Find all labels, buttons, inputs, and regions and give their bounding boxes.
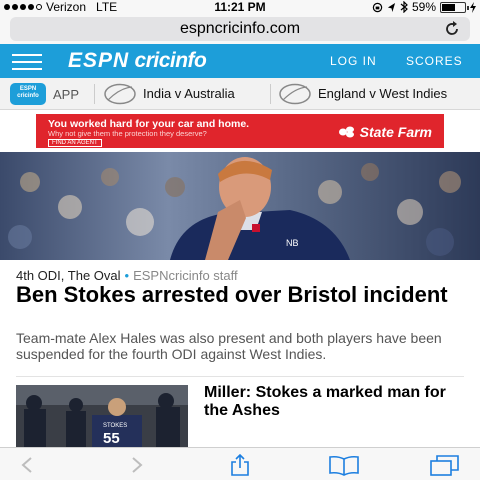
nav-divider xyxy=(270,84,271,104)
secondary-article-thumbnail[interactable]: STOKES 55 xyxy=(16,385,188,447)
back-arrow-icon[interactable] xyxy=(16,454,40,476)
article-author: ESPNcricinfo staff xyxy=(133,268,238,283)
article-divider xyxy=(16,376,464,377)
secondary-article-headline[interactable]: Miller: Stokes a marked man for the Ashe… xyxy=(204,384,464,420)
address-bar: espncricinfo.com xyxy=(0,14,480,44)
site-logo[interactable]: ESPN cricinfo xyxy=(68,49,207,73)
app-link[interactable]: APP xyxy=(53,87,79,102)
hero-photo: NB xyxy=(0,152,480,260)
charging-icon xyxy=(470,1,476,13)
match-link-england-west-indies[interactable]: England v West Indies xyxy=(318,86,447,101)
tabs-icon[interactable] xyxy=(430,454,460,476)
match-nav-strip: ESPN cricinfo APP India v Australia Engl… xyxy=(0,78,480,110)
bluetooth-icon xyxy=(400,1,408,13)
status-bar: Verizon LTE 11:21 PM 59% xyxy=(0,0,480,14)
login-link[interactable]: LOG IN xyxy=(330,54,377,68)
ad-container: You worked hard for your car and home. W… xyxy=(0,110,480,152)
bookmarks-icon[interactable] xyxy=(328,454,360,476)
battery-percent: 59% xyxy=(411,0,436,14)
ad-brand-name: State Farm xyxy=(359,124,432,140)
match-link-india-australia[interactable]: India v Australia xyxy=(143,86,235,101)
url-text: espncricinfo.com xyxy=(179,20,301,37)
meta-separator: • xyxy=(124,268,130,283)
article-summary: Team-mate Alex Hales was also present an… xyxy=(16,330,442,362)
cricket-ball-icon xyxy=(104,83,136,105)
article-series[interactable]: 4th ODI, The Oval xyxy=(16,268,121,283)
nav-divider xyxy=(94,84,95,104)
location-icon xyxy=(387,2,396,12)
state-farm-ad[interactable]: You worked hard for your car and home. W… xyxy=(36,114,444,148)
browser-toolbar xyxy=(0,447,480,480)
hero-image[interactable]: NB xyxy=(0,152,480,260)
dressing-room-photo: STOKES 55 xyxy=(16,385,188,447)
menu-icon[interactable] xyxy=(12,54,42,70)
status-indicators: 59% xyxy=(372,0,476,14)
logo-cricinfo: cricinfo xyxy=(134,49,207,72)
cricket-ball-icon xyxy=(279,83,311,105)
url-field[interactable]: espncricinfo.com xyxy=(10,17,470,41)
svg-text:NB: NB xyxy=(286,238,299,248)
battery-icon xyxy=(440,1,469,13)
article-headline[interactable]: Ben Stokes arrested over Bristol inciden… xyxy=(16,283,456,306)
thumb-shirt-name: STOKES xyxy=(103,423,127,429)
forward-arrow-icon[interactable] xyxy=(124,454,148,476)
battery-level xyxy=(442,3,455,11)
scores-link[interactable]: SCORES xyxy=(406,54,463,68)
site-header: ESPN cricinfo LOG IN SCORES xyxy=(0,44,480,78)
logo-espn: ESPN xyxy=(68,49,130,72)
lock-rotation-icon xyxy=(372,2,383,12)
thumb-shirt-number: 55 xyxy=(103,430,120,447)
state-farm-ovals-icon xyxy=(338,126,354,138)
ad-cta-button[interactable]: FIND AN AGENT xyxy=(48,139,102,147)
app-badge-icon[interactable]: ESPN cricinfo xyxy=(10,83,46,105)
ad-subline: Why not give them the protection they de… xyxy=(48,129,207,138)
ad-brand-logo: State Farm xyxy=(338,124,432,140)
share-icon[interactable] xyxy=(228,454,252,476)
article-meta: 4th ODI, The Oval • ESPNcricinfo staff xyxy=(16,268,238,283)
reload-icon[interactable] xyxy=(442,19,462,39)
